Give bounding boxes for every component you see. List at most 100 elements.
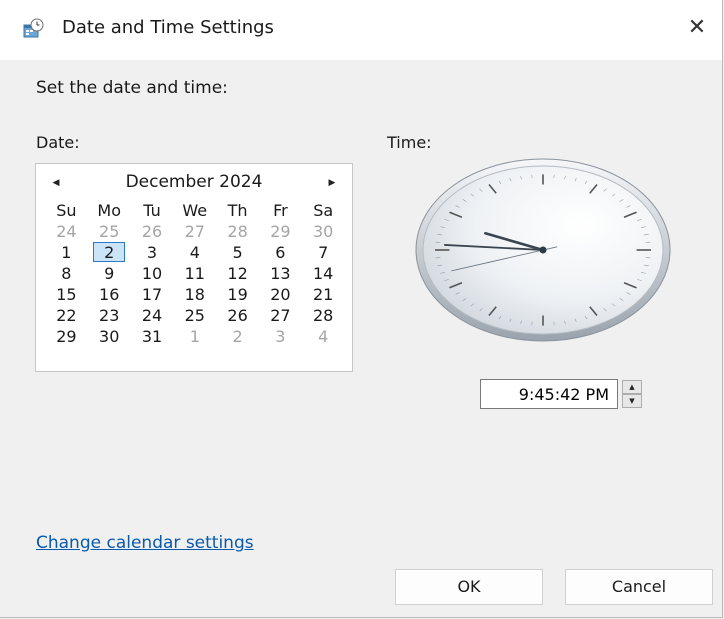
date-label: Date: (36, 133, 80, 152)
calendar-day[interactable]: 25 (88, 221, 131, 242)
calendar-day-label: 24 (141, 306, 163, 325)
calendar-day-label: 21 (313, 285, 334, 304)
calendar-day[interactable]: 1 (45, 242, 88, 263)
calendar-day-label: 1 (61, 243, 72, 262)
calendar-day-label: 6 (275, 243, 286, 262)
weekday-header: Sa (313, 201, 334, 220)
calendar-day[interactable]: 22 (45, 305, 88, 326)
calendar-day[interactable]: 29 (45, 326, 88, 347)
calendar-day[interactable]: 11 (173, 263, 216, 284)
weekday-header: Th (227, 201, 248, 220)
calendar-header: ◀ December 2024 ▶ (36, 170, 352, 196)
calendar-day-label: 25 (99, 222, 120, 241)
calendar-day[interactable]: 10 (131, 263, 174, 284)
date-time-settings-dialog: Date and Time Settings ✕ Set the date an… (0, 0, 723, 618)
ok-button[interactable]: OK (395, 569, 543, 605)
calendar-day-label: 31 (141, 327, 163, 346)
calendar-day-label: 30 (99, 327, 120, 346)
calendar-day-label: 16 (99, 285, 120, 304)
calendar-day-label: 22 (56, 306, 77, 325)
calendar-day-label: 30 (313, 222, 334, 241)
calendar-day[interactable]: 25 (173, 305, 216, 326)
calendar-day[interactable]: 30 (88, 326, 131, 347)
calendar-day[interactable]: 19 (216, 284, 259, 305)
calendar-day-selected[interactable]: 2 (88, 242, 131, 263)
calendar-day[interactable]: 26 (131, 221, 174, 242)
close-button[interactable]: ✕ (680, 10, 714, 44)
calendar-day-label: 28 (313, 306, 334, 325)
calendar-day[interactable]: 21 (302, 284, 345, 305)
calendar-day-label: 4 (318, 327, 329, 346)
calendar-day[interactable]: 26 (216, 305, 259, 326)
spin-up-icon: ▲ (629, 383, 635, 391)
calendar-day-label: 1 (189, 327, 200, 346)
calendar-day[interactable]: 2 (216, 326, 259, 347)
calendar-day-label: 27 (270, 306, 291, 325)
calendar-day[interactable]: 27 (259, 305, 302, 326)
window-title: Date and Time Settings (62, 17, 274, 38)
calendar-day-label: 8 (61, 264, 72, 283)
calendar-day[interactable]: 9 (88, 263, 131, 284)
calendar-day-label: 29 (270, 222, 291, 241)
calendar-day-label: 5 (232, 243, 243, 262)
calendar-day[interactable]: 28 (216, 221, 259, 242)
calendar-day-label: 4 (189, 243, 200, 262)
spin-down-icon: ▼ (629, 397, 635, 405)
cancel-button[interactable]: Cancel (565, 569, 713, 605)
calendar-day-label: 26 (227, 306, 248, 325)
calendar-day[interactable]: 29 (259, 221, 302, 242)
calendar-day-label: 12 (227, 264, 248, 283)
calendar-day-label: 3 (146, 243, 158, 262)
calendar-day[interactable]: 31 (131, 326, 174, 347)
instruction-text: Set the date and time: (36, 78, 228, 98)
calendar-day-label: 18 (184, 285, 205, 304)
calendar-day[interactable]: 24 (45, 221, 88, 242)
analog-clock (415, 158, 671, 342)
change-calendar-settings-link[interactable]: Change calendar settings (36, 533, 254, 553)
calendar-day-label: 24 (56, 222, 77, 241)
time-decrement-button[interactable]: ▼ (622, 394, 642, 408)
calendar-day[interactable]: 28 (302, 305, 345, 326)
title-bar: Date and Time Settings ✕ (0, 0, 722, 60)
time-picker: ▲ ▼ (480, 379, 650, 409)
calendar-day-label: 2 (104, 243, 115, 262)
calendar-day[interactable]: 15 (45, 284, 88, 305)
calendar-day[interactable]: 12 (216, 263, 259, 284)
weekday-header: Mo (97, 201, 121, 220)
calendar-day[interactable]: 3 (259, 326, 302, 347)
time-increment-button[interactable]: ▲ (622, 380, 642, 394)
calendar-day-label: 26 (141, 222, 163, 241)
calendar-day[interactable]: 27 (173, 221, 216, 242)
date-time-settings-icon (23, 18, 44, 38)
calendar-day-label: 3 (275, 327, 286, 346)
calendar-day-label: 23 (99, 306, 120, 325)
calendar-day[interactable]: 17 (131, 284, 174, 305)
calendar-day-label: 17 (141, 285, 163, 304)
calendar-day[interactable]: 4 (302, 326, 345, 347)
calendar-day[interactable]: 7 (302, 242, 345, 263)
calendar-day[interactable]: 8 (45, 263, 88, 284)
calendar-month-title[interactable]: December 2024 (36, 172, 352, 192)
calendar-day-label: 27 (184, 222, 205, 241)
calendar-day[interactable]: 1 (173, 326, 216, 347)
calendar-day[interactable]: 24 (131, 305, 174, 326)
calendar-day[interactable]: 6 (259, 242, 302, 263)
calendar-day[interactable]: 5 (216, 242, 259, 263)
calendar-day-label: 10 (141, 264, 163, 283)
calendar-day-label: 13 (270, 264, 291, 283)
calendar-day[interactable]: 3 (131, 242, 174, 263)
calendar-day-label: 9 (104, 264, 115, 283)
calendar-day[interactable]: 14 (302, 263, 345, 284)
calendar-day-label: 29 (56, 327, 77, 346)
calendar-day[interactable]: 18 (173, 284, 216, 305)
calendar-day[interactable]: 4 (173, 242, 216, 263)
calendar-day[interactable]: 30 (302, 221, 345, 242)
weekday-header: Su (56, 201, 77, 220)
next-month-icon[interactable]: ▶ (322, 173, 342, 193)
calendar-day[interactable]: 13 (259, 263, 302, 284)
weekday-header: Fr (273, 201, 288, 220)
time-input[interactable] (480, 379, 618, 409)
calendar-day[interactable]: 16 (88, 284, 131, 305)
calendar-day[interactable]: 23 (88, 305, 131, 326)
calendar-day[interactable]: 20 (259, 284, 302, 305)
